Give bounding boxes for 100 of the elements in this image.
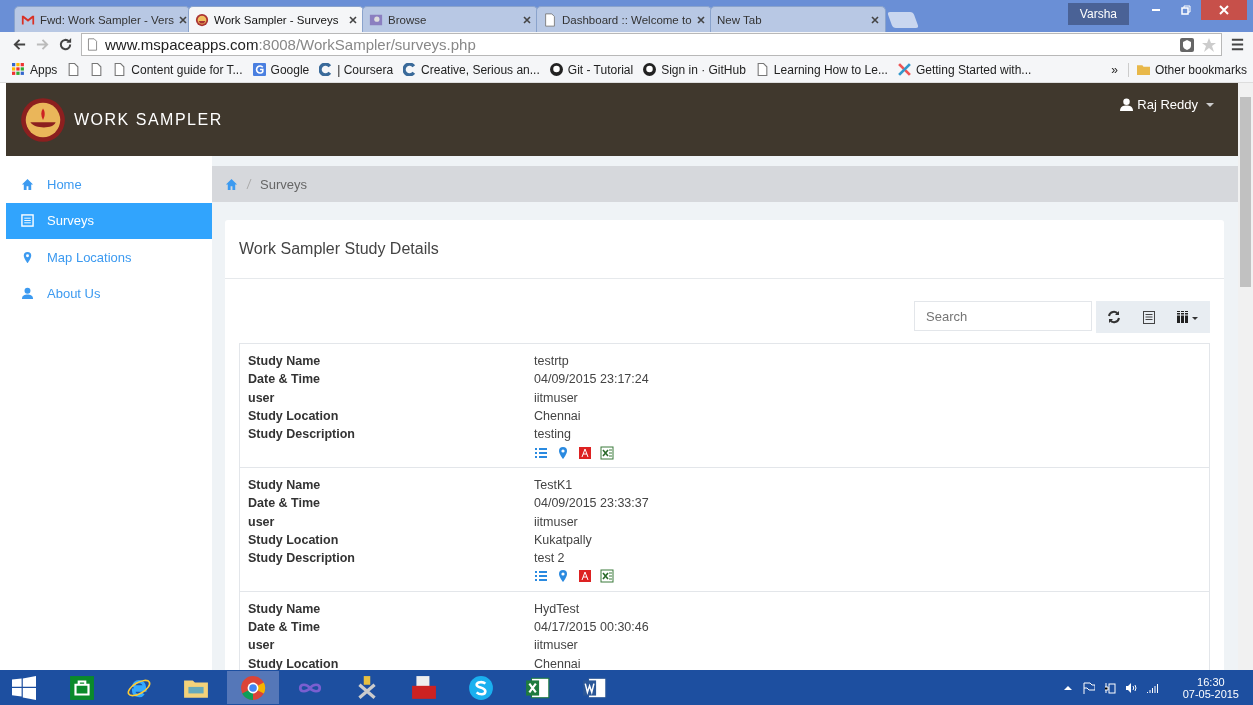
folder-icon	[1136, 63, 1150, 76]
scrollbar[interactable]	[1238, 83, 1253, 670]
close-icon[interactable]	[871, 15, 879, 24]
other-bookmarks[interactable]: Other bookmarks	[1127, 62, 1247, 77]
spreadsheet-icon[interactable]	[600, 445, 614, 460]
back-icon[interactable]	[12, 37, 27, 52]
list-icon[interactable]	[534, 569, 548, 584]
c-logo-icon	[319, 63, 333, 76]
pin-icon	[21, 250, 34, 264]
browser-logo-icon	[240, 674, 266, 701]
close-button[interactable]	[1201, 0, 1247, 20]
signal-icon[interactable]	[1145, 681, 1158, 694]
close-icon[interactable]	[349, 15, 357, 24]
field-label: Study Description	[248, 551, 356, 566]
pin-icon[interactable]	[556, 569, 570, 584]
close-icon[interactable]	[697, 15, 705, 24]
x-logo-icon	[897, 63, 911, 76]
field-label: Study Description	[248, 427, 356, 442]
list-icon	[1143, 310, 1155, 324]
user-icon	[1120, 98, 1134, 111]
profile-name[interactable]: Varsha	[1067, 3, 1129, 25]
bookmark[interactable]: Apps	[12, 62, 58, 77]
speaker-icon[interactable]	[1124, 681, 1137, 694]
octocat-icon	[643, 63, 657, 76]
restore-icon	[1181, 5, 1191, 15]
flag-icon[interactable]	[1082, 681, 1095, 694]
spreadsheet-icon[interactable]	[600, 569, 614, 584]
breadcrumb-item: Surveys	[260, 176, 307, 192]
field-label: user	[248, 514, 276, 529]
toolbox-icon	[411, 674, 437, 701]
field-label: Date & Time	[248, 372, 321, 387]
field-value: Chennai	[534, 409, 581, 424]
star-icon[interactable]	[1201, 36, 1217, 53]
field-label: user	[248, 390, 276, 405]
close-icon	[1219, 5, 1229, 15]
pdf-icon[interactable]	[578, 569, 592, 584]
caret-icon	[1206, 102, 1214, 107]
pin-icon[interactable]	[556, 445, 570, 460]
list-icon[interactable]	[534, 445, 548, 460]
octocat-icon	[549, 63, 563, 76]
bookmark-label: Other bookmarks	[1154, 62, 1247, 77]
more-bookmarks[interactable]: »	[1111, 62, 1118, 77]
page-icon	[755, 63, 769, 76]
field-value: TestK1	[534, 477, 573, 492]
app-title: WORK SAMPLER	[74, 110, 223, 129]
page-icon	[90, 63, 104, 76]
browser-tab[interactable]: Fwd: Work Sampler - Vers	[14, 6, 190, 32]
pdf-icon[interactable]	[578, 445, 592, 460]
field-label: Study Name	[248, 477, 322, 492]
close-icon[interactable]	[179, 15, 187, 24]
columns-icon	[1177, 311, 1199, 323]
page-icon	[67, 63, 81, 76]
tab-title: New Tab	[717, 13, 763, 26]
search-field[interactable]: Search	[914, 301, 1092, 331]
list-icon	[21, 214, 34, 228]
minimize-icon	[1152, 9, 1160, 11]
browser-tab[interactable]: New Tab	[710, 6, 886, 32]
browser-tab[interactable]: Browse	[362, 6, 538, 32]
address-bar[interactable]: www.mspaceapps.com:8008/WorkSampler/surveys.php	[81, 33, 1222, 56]
clock[interactable]: 16:30 07-05-2015	[1182, 675, 1239, 700]
field-value: testrtp	[534, 354, 569, 369]
field-value: 04/09/2015 23:33:37	[534, 496, 649, 511]
field-value: iitmuser	[534, 514, 578, 529]
shopping-bag-icon	[69, 674, 95, 701]
tab-title: Work Sampler - Surveys	[214, 13, 340, 26]
field-value: 04/17/2015 00:30:46	[534, 620, 649, 634]
g-logo-icon	[252, 63, 266, 76]
separator-icon	[246, 178, 252, 190]
page-icon	[543, 12, 557, 27]
tab-title: Dashboard :: Welcome to	[562, 13, 692, 26]
date: 07-05-2015	[1182, 687, 1239, 700]
field-label: Study Location	[248, 532, 340, 547]
reload-icon[interactable]	[58, 37, 73, 52]
browser-tab[interactable]: Dashboard :: Welcome to	[536, 6, 712, 32]
field-value: 04/09/2015 23:17:24	[534, 372, 649, 387]
menu-icon[interactable]	[1230, 37, 1245, 52]
close-icon[interactable]	[523, 15, 531, 24]
bookmark[interactable]: Google	[252, 62, 310, 77]
bookmark-label: Google	[270, 62, 310, 77]
grid-icon	[12, 63, 25, 76]
bookmark[interactable]	[67, 63, 81, 76]
bookmark[interactable]: Sign in · GitHub	[643, 62, 746, 77]
shield-icon[interactable]	[1179, 36, 1195, 53]
s-logo-icon	[468, 674, 494, 701]
refresh-icon	[1107, 310, 1121, 324]
bookmark-label: | Coursera	[337, 62, 394, 77]
user-menu[interactable]: Raj Reddy	[1120, 97, 1214, 112]
bookmark-label: Apps	[30, 62, 58, 77]
field-label: Study Name	[248, 354, 322, 369]
picture-icon	[369, 12, 383, 27]
power-icon[interactable]	[1103, 681, 1116, 694]
bookmark[interactable]	[90, 63, 104, 76]
bookmark[interactable]: Git - Tutorial	[549, 62, 634, 77]
field-label: Date & Time	[248, 620, 321, 634]
browser-tab[interactable]: Work Sampler - Surveys	[188, 6, 364, 32]
bookmark[interactable]: | Coursera	[319, 62, 394, 77]
windows-start-icon[interactable]	[12, 675, 36, 700]
user-icon	[21, 287, 34, 301]
page-icon	[113, 63, 127, 76]
tab-title: Fwd: Work Sampler - Vers	[40, 13, 174, 26]
